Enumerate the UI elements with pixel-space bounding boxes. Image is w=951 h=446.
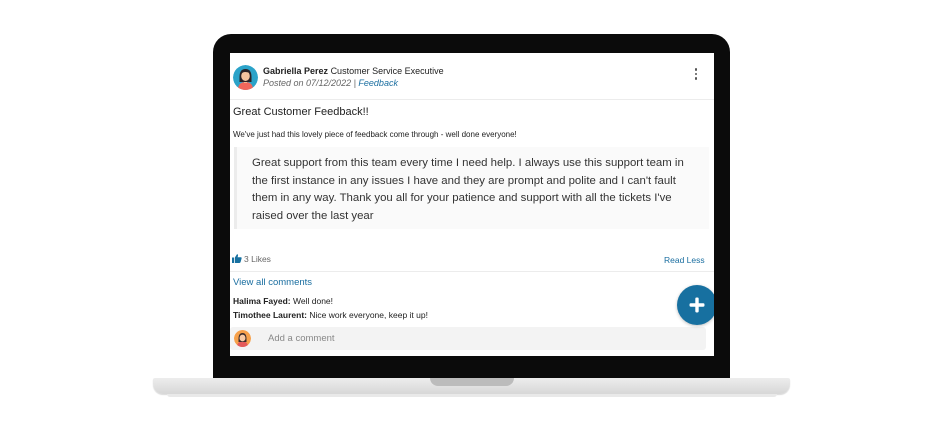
current-user-avatar: [234, 330, 251, 347]
post-category-link[interactable]: Feedback: [358, 78, 398, 88]
post-meta: Posted on 07/12/2022 | Feedback: [263, 78, 398, 88]
post-title: Great Customer Feedback!!: [233, 106, 369, 118]
post-header: Gabriella Perez Customer Service Executi…: [230, 53, 714, 100]
view-all-comments-link[interactable]: View all comments: [233, 277, 312, 288]
post-intro: We've just had this lovely piece of feed…: [233, 130, 517, 139]
author-avatar[interactable]: [233, 65, 258, 90]
add-comment-bar: [230, 327, 706, 350]
comment-input[interactable]: [268, 330, 688, 347]
comment-author[interactable]: Timothee Laurent:: [233, 310, 307, 320]
likes-button[interactable]: 3 Likes: [232, 254, 271, 264]
divider: [230, 271, 714, 272]
comment-item: Timothee Laurent: Nice work everyone, ke…: [233, 310, 428, 320]
comment-author[interactable]: Halima Fayed:: [233, 296, 291, 306]
feed-post-screen: Gabriella Perez Customer Service Executi…: [230, 53, 714, 356]
add-post-button[interactable]: [677, 285, 714, 325]
posted-date: Posted on 07/12/2022 |: [263, 78, 359, 88]
feedback-quote: Great support from this team every time …: [234, 147, 709, 229]
comment-text: Nice work everyone, keep it up!: [309, 310, 428, 320]
author-name[interactable]: Gabriella Perez: [263, 66, 328, 76]
comment-text: Well done!: [293, 296, 334, 306]
laptop-base-shadow: [167, 394, 777, 397]
comment-item: Halima Fayed: Well done!: [233, 296, 333, 306]
quote-text: Great support from this team every time …: [252, 157, 684, 222]
author-role: Customer Service Executive: [330, 66, 444, 76]
plus-icon: [689, 297, 705, 313]
author-line: Gabriella Perez Customer Service Executi…: [263, 66, 444, 76]
likes-count: 3 Likes: [244, 254, 271, 264]
more-vertical-icon[interactable]: [692, 68, 700, 82]
read-less-link[interactable]: Read Less: [664, 255, 705, 265]
laptop-notch: [430, 378, 514, 386]
thumbs-up-icon: [232, 254, 242, 263]
